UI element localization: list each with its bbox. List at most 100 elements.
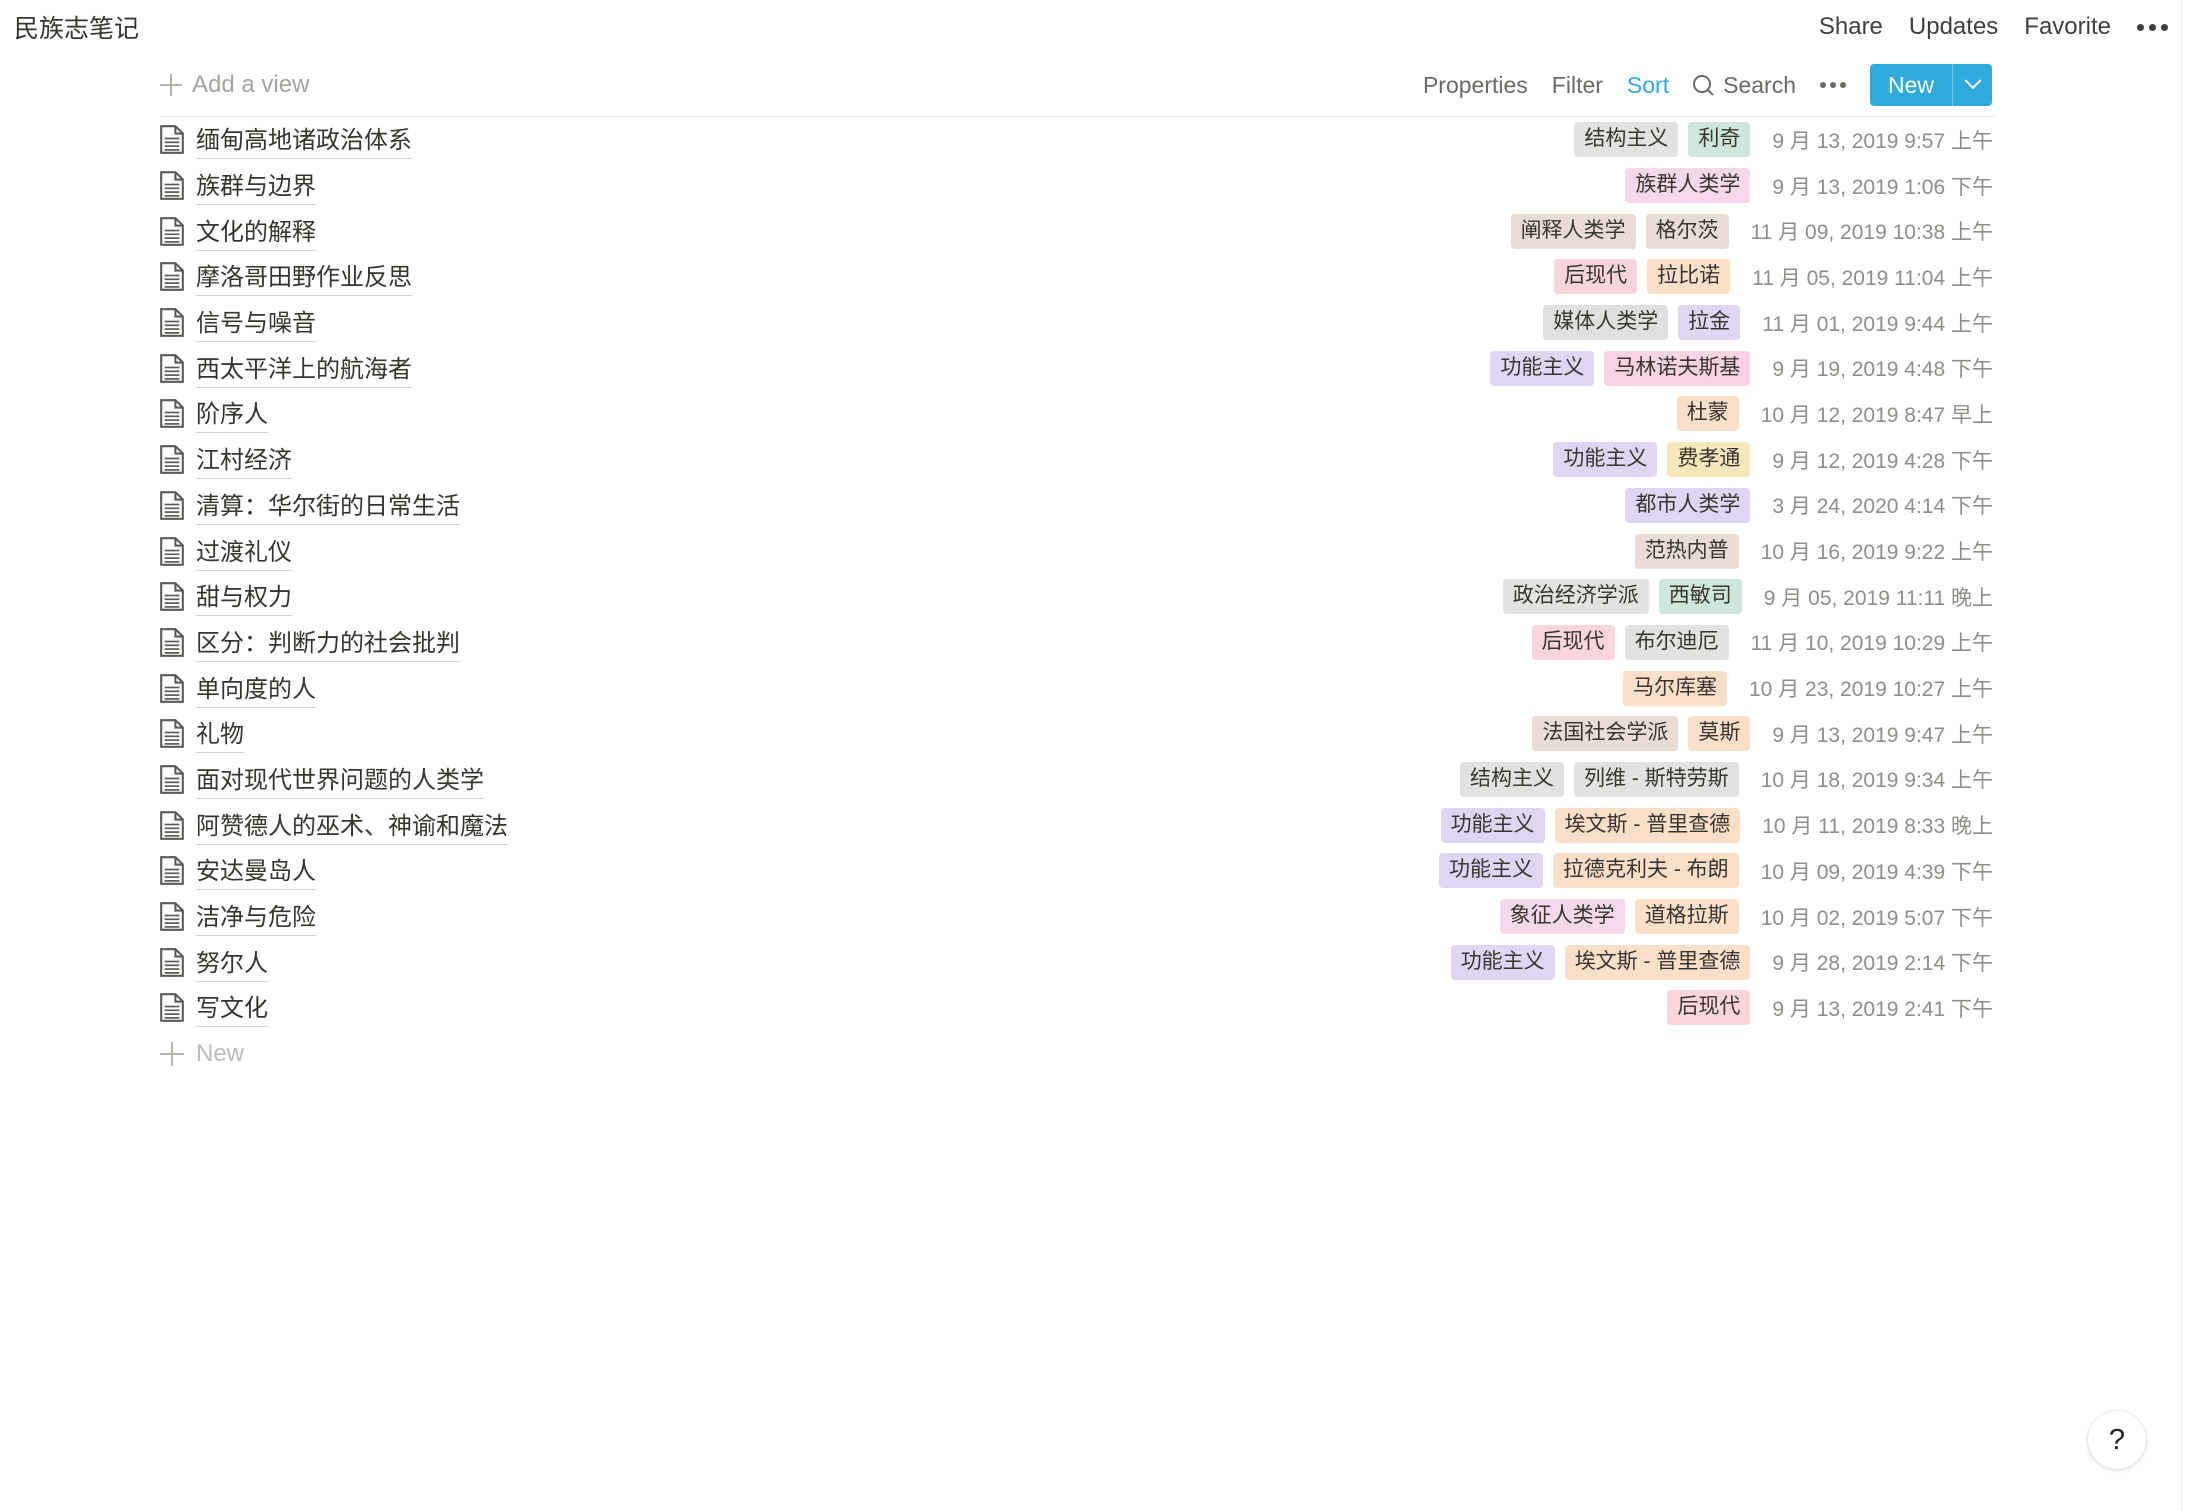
tag-chip[interactable]: 后现代 <box>1531 624 1615 660</box>
table-row[interactable]: 洁净与危险 象征人类学 道格拉斯 10 月 02, 2019 5:07 下午 <box>160 894 1995 940</box>
tag-chip[interactable]: 杜蒙 <box>1676 396 1739 432</box>
row-date: 11 月 09, 2019 10:38 上午 <box>1750 221 1993 245</box>
table-row[interactable]: 文化的解释 阐释人类学 格尔茨 11 月 09, 2019 10:38 上午 <box>160 208 1995 254</box>
filter-button[interactable]: Filter <box>1552 72 1603 99</box>
tag-chip[interactable]: 拉比诺 <box>1647 259 1731 295</box>
tag-chip[interactable]: 象征人类学 <box>1499 899 1625 935</box>
table-row[interactable]: 单向度的人 马尔库塞 10 月 23, 2019 10:27 上午 <box>160 665 1995 711</box>
tag-chip[interactable]: 埃文斯 - 普里查德 <box>1554 807 1741 843</box>
tag-chip[interactable]: 功能主义 <box>1490 350 1595 386</box>
search-button[interactable]: Search <box>1693 72 1796 99</box>
new-button-label: New <box>1887 71 1934 98</box>
tag-chip[interactable]: 布尔迪厄 <box>1624 624 1729 660</box>
document-icon <box>160 536 184 566</box>
table-row[interactable]: 礼物 法国社会学派 莫斯 9 月 13, 2019 9:47 上午 <box>160 711 1995 757</box>
row-title-cell: 洁净与危险 <box>160 897 316 937</box>
help-button[interactable]: ? <box>2088 1411 2146 1469</box>
row-title-link[interactable]: 阿赞德人的巫术、神谕和魔法 <box>196 806 508 845</box>
more-horizontal-icon[interactable] <box>2137 20 2168 35</box>
row-title-link[interactable]: 阶序人 <box>196 394 268 434</box>
table-row[interactable]: 清算：华尔街的日常生活 都市人类学 3 月 24, 2020 4:14 下午 <box>160 483 1995 529</box>
tag-chip[interactable]: 马尔库塞 <box>1623 670 1727 706</box>
table-row[interactable]: 区分：判断力的社会批判 后现代 布尔迪厄 11 月 10, 2019 10:29 上午 <box>160 620 1995 666</box>
tag-chip[interactable]: 利奇 <box>1688 122 1751 158</box>
row-title-cell: 西太平洋上的航海者 <box>160 349 412 388</box>
share-button[interactable]: Share <box>1819 13 1883 41</box>
add-view-button[interactable]: Add a view <box>160 71 309 99</box>
tag-chip[interactable]: 拉金 <box>1678 305 1741 341</box>
new-row-button[interactable]: New <box>160 1031 1995 1077</box>
tag-chip[interactable]: 阐释人类学 <box>1510 213 1636 249</box>
favorite-button[interactable]: Favorite <box>2024 13 2111 41</box>
row-title-cell: 阿赞德人的巫术、神谕和魔法 <box>160 806 508 845</box>
document-icon <box>160 445 184 475</box>
tag-chip[interactable]: 族群人类学 <box>1625 168 1751 204</box>
tag-chip[interactable]: 媒体人类学 <box>1543 305 1669 341</box>
row-title-link[interactable]: 西太平洋上的航海者 <box>196 349 412 388</box>
tag-chip[interactable]: 马林诺夫斯基 <box>1604 350 1751 386</box>
row-title-link[interactable]: 努尔人 <box>196 943 268 982</box>
row-title-link[interactable]: 摩洛哥田野作业反思 <box>196 257 412 297</box>
row-title-link[interactable]: 文化的解释 <box>196 212 316 251</box>
table-row[interactable]: 西太平洋上的航海者 功能主义 马林诺夫斯基 9 月 19, 2019 4:48 下午 <box>160 345 1995 391</box>
updates-button[interactable]: Updates <box>1909 13 1998 41</box>
tag-chip[interactable]: 格尔茨 <box>1645 213 1729 249</box>
sort-button[interactable]: Sort <box>1627 72 1669 99</box>
table-row[interactable]: 摩洛哥田野作业反思 后现代 拉比诺 11 月 05, 2019 11:04 上午 <box>160 254 1995 300</box>
row-title-link[interactable]: 清算：华尔街的日常生活 <box>196 486 460 525</box>
tag-chip[interactable]: 法国社会学派 <box>1532 716 1679 752</box>
row-title-link[interactable]: 过渡礼仪 <box>196 532 292 571</box>
tag-chip[interactable]: 列维 - 斯特劳斯 <box>1574 761 1739 797</box>
tag-chip[interactable]: 西敏司 <box>1658 579 1742 615</box>
properties-button[interactable]: Properties <box>1423 72 1528 99</box>
document-icon <box>160 125 184 155</box>
tag-chip[interactable]: 后现代 <box>1554 259 1638 295</box>
tag-chip[interactable]: 功能主义 <box>1440 807 1545 843</box>
row-title-link[interactable]: 写文化 <box>196 988 268 1028</box>
row-title-link[interactable]: 面对现代世界问题的人类学 <box>196 760 484 799</box>
row-title-link[interactable]: 区分：判断力的社会批判 <box>196 623 460 662</box>
table-row[interactable]: 面对现代世界问题的人类学 结构主义 列维 - 斯特劳斯 10 月 18, 2019 9… <box>160 757 1995 803</box>
row-title-link[interactable]: 安达曼岛人 <box>196 851 316 891</box>
plus-icon <box>160 1041 184 1066</box>
table-row[interactable]: 信号与噪音 媒体人类学 拉金 11 月 01, 2019 9:44 上午 <box>160 300 1995 346</box>
table-row[interactable]: 缅甸高地诸政治体系 结构主义 利奇 9 月 13, 2019 9:57 上午 <box>160 117 1995 163</box>
table-row[interactable]: 阶序人 杜蒙 10 月 12, 2019 8:47 早上 <box>160 391 1995 437</box>
tag-chip[interactable]: 政治经济学派 <box>1502 579 1649 615</box>
table-row[interactable]: 安达曼岛人 功能主义 拉德克利夫 - 布朗 10 月 09, 2019 4:39 下午 <box>160 848 1995 894</box>
new-button[interactable]: New <box>1869 64 1992 106</box>
tag-chip[interactable]: 结构主义 <box>1460 761 1565 797</box>
row-title-link[interactable]: 洁净与危险 <box>196 897 316 937</box>
row-title-link[interactable]: 甜与权力 <box>196 577 292 617</box>
table-row[interactable]: 族群与边界 族群人类学 9 月 13, 2019 1:06 下午 <box>160 163 1995 209</box>
row-title-link[interactable]: 江村经济 <box>196 440 292 480</box>
tag-chip[interactable]: 后现代 <box>1667 990 1751 1026</box>
tag-chip[interactable]: 都市人类学 <box>1625 487 1751 523</box>
tag-chip[interactable]: 结构主义 <box>1574 122 1679 158</box>
new-button-dropdown[interactable] <box>1952 64 1992 106</box>
row-title-link[interactable]: 族群与边界 <box>196 166 316 206</box>
tag-chip[interactable]: 道格拉斯 <box>1634 899 1739 935</box>
row-title-link[interactable]: 礼物 <box>196 714 244 754</box>
row-title-link[interactable]: 单向度的人 <box>196 669 316 708</box>
tag-chip[interactable]: 功能主义 <box>1450 944 1555 980</box>
row-meta-cell: 后现代 9 月 13, 2019 2:41 下午 <box>1667 990 1993 1026</box>
table-row[interactable]: 甜与权力 政治经济学派 西敏司 9 月 05, 2019 11:11 晚上 <box>160 574 1995 620</box>
tag-chip[interactable]: 范热内普 <box>1634 533 1739 569</box>
tag-chip[interactable]: 功能主义 <box>1439 853 1544 889</box>
view-more-icon[interactable] <box>1819 82 1846 88</box>
row-title-link[interactable]: 信号与噪音 <box>196 303 316 343</box>
table-row[interactable]: 江村经济 功能主义 费孝通 9 月 12, 2019 4:28 下午 <box>160 437 1995 483</box>
row-title-cell: 过渡礼仪 <box>160 532 292 571</box>
row-title-link[interactable]: 缅甸高地诸政治体系 <box>196 120 412 160</box>
table-row[interactable]: 努尔人 功能主义 埃文斯 - 普里查德 9 月 28, 2019 2:14 下午 <box>160 939 1995 985</box>
page-title: 民族志笔记 <box>14 15 140 43</box>
table-row[interactable]: 写文化 后现代 9 月 13, 2019 2:41 下午 <box>160 985 1995 1031</box>
tag-chip[interactable]: 拉德克利夫 - 布朗 <box>1553 853 1739 889</box>
tag-chip[interactable]: 费孝通 <box>1667 442 1751 478</box>
table-row[interactable]: 阿赞德人的巫术、神谕和魔法 功能主义 埃文斯 - 普里查德 10 月 11, 2019… <box>160 802 1995 848</box>
table-row[interactable]: 过渡礼仪 范热内普 10 月 16, 2019 9:22 上午 <box>160 528 1995 574</box>
tag-chip[interactable]: 功能主义 <box>1553 442 1658 478</box>
tag-chip[interactable]: 埃文斯 - 普里查德 <box>1564 944 1751 980</box>
tag-chip[interactable]: 莫斯 <box>1688 716 1751 752</box>
